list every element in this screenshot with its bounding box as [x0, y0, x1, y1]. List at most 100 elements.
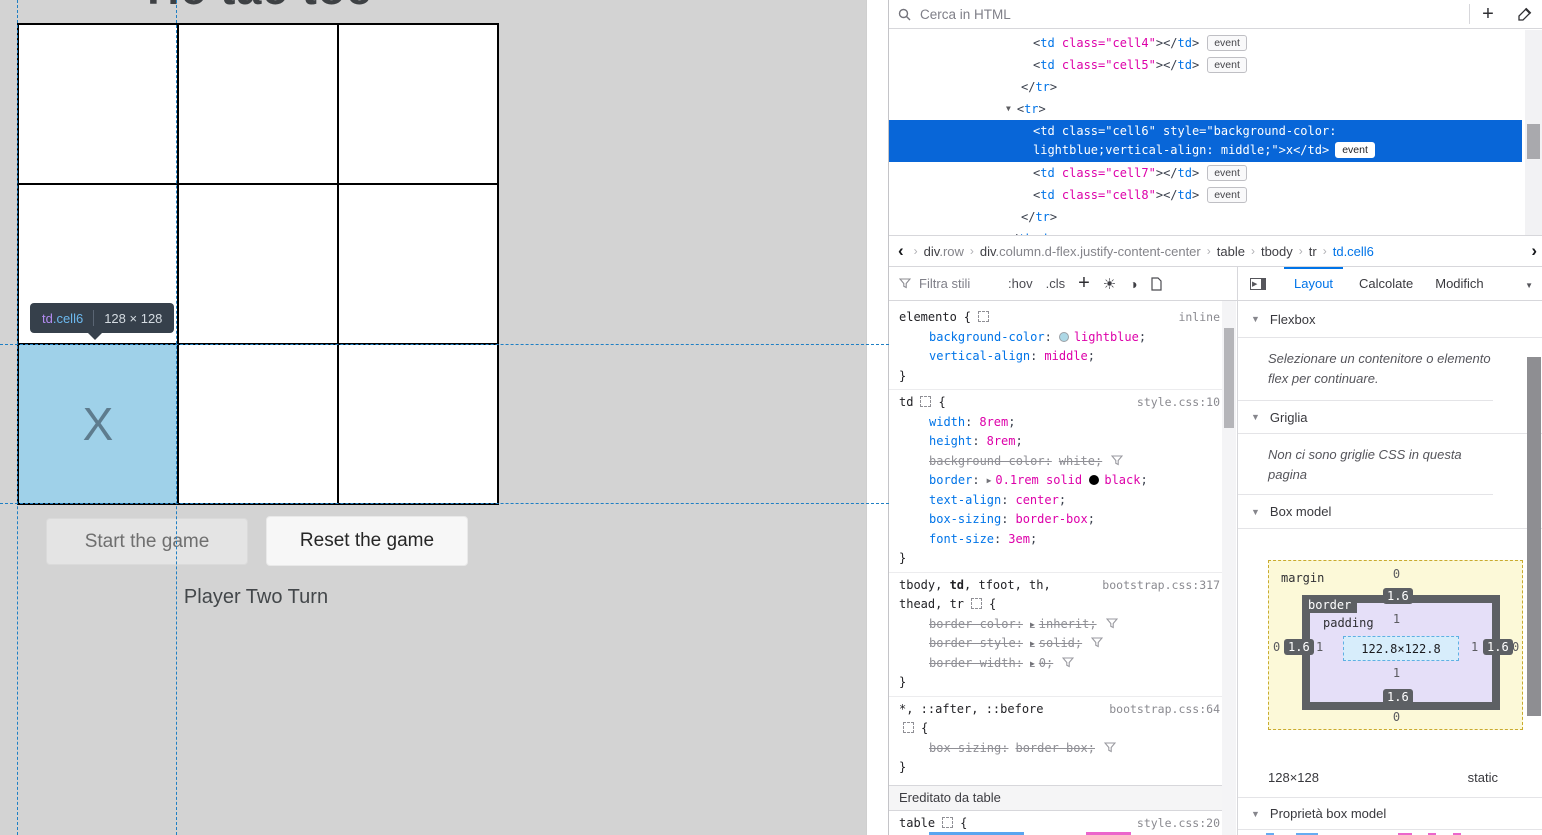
markup-node-tr-close2[interactable]: </tr>	[889, 206, 1525, 228]
border-left-value[interactable]: 1.6	[1284, 639, 1314, 655]
board-cell-6-highlighted[interactable]: X	[18, 344, 178, 504]
markup-node-cell4[interactable]: <td class="cell4"></td>event	[889, 32, 1525, 54]
filter-unused-icon[interactable]	[1091, 637, 1103, 648]
rule-bootstrap-table-elements[interactable]: tbody, td, tfoot, th,bootstrap.css:317 t…	[889, 572, 1224, 696]
rule-universal[interactable]: *, ::after, ::beforebootstrap.css:64 { b…	[889, 696, 1224, 781]
border-bottom-value[interactable]: 1.6	[1383, 689, 1413, 705]
rule-selector[interactable]: table	[899, 816, 935, 830]
search-input[interactable]	[918, 6, 1469, 23]
declaration-overridden[interactable]: border-style:solid;	[889, 634, 1224, 654]
declaration-overridden[interactable]: box-sizing:border-box;	[889, 739, 1224, 759]
filter-styles-input[interactable]	[917, 275, 995, 292]
layout-scrollbar-thumb[interactable]	[1527, 357, 1541, 716]
declaration[interactable]: background-color:lightblue;	[889, 328, 1224, 348]
breadcrumb-item-tbody[interactable]: tbody	[1261, 244, 1293, 259]
rule-source-link[interactable]: style.css:10	[1137, 393, 1220, 413]
rule-selector[interactable]: td	[899, 395, 913, 409]
markup-node-cell8[interactable]: <td class="cell8"></td>event	[889, 184, 1525, 206]
filter-unused-icon[interactable]	[1111, 455, 1123, 466]
declaration[interactable]: font-size:3em;	[889, 530, 1224, 550]
pseudo-class-button[interactable]: :hov	[1008, 276, 1033, 291]
section-header-flexbox[interactable]: Flexbox	[1238, 301, 1542, 338]
board-cell-0[interactable]	[18, 24, 178, 184]
color-swatch-lightblue[interactable]	[1059, 332, 1069, 342]
margin-left-value[interactable]: 0	[1273, 640, 1280, 654]
breadcrumb-item-tr[interactable]: tr	[1309, 244, 1317, 259]
rule-source-link[interactable]: bootstrap.css:64	[1109, 700, 1220, 720]
section-header-box-model-properties[interactable]: Proprietà box model	[1238, 797, 1542, 830]
markup-node-cell7[interactable]: <td class="cell7"></td>event	[889, 162, 1525, 184]
rules-scrollbar-thumb[interactable]	[1224, 328, 1234, 428]
declaration[interactable]: width:8rem;	[889, 413, 1224, 433]
page-scrollbar[interactable]	[866, 0, 889, 835]
tab-computed[interactable]: Calcolate	[1359, 267, 1413, 301]
dark-scheme-icon[interactable]	[1129, 276, 1137, 292]
declaration-overridden[interactable]: background-color:white;	[889, 452, 1224, 472]
board-cell-7[interactable]	[178, 344, 338, 504]
board-cell-1[interactable]	[178, 24, 338, 184]
highlight-target-icon[interactable]	[971, 598, 982, 609]
margin-right-value[interactable]: 0	[1512, 640, 1519, 654]
declaration-overridden[interactable]: border-color:inherit;	[889, 615, 1224, 635]
breadcrumb-item-div-row[interactable]: div.row	[924, 244, 964, 259]
breadcrumb-item-div-column[interactable]: div.column.d-flex.justify-content-center	[980, 244, 1201, 259]
padding-right-value[interactable]: 1	[1471, 640, 1478, 654]
declaration[interactable]: border:0.1rem solid black;	[889, 471, 1224, 491]
event-badge[interactable]: event	[1207, 35, 1247, 51]
tab-layout[interactable]: Layout	[1294, 267, 1333, 301]
markup-node-cell6-selected[interactable]: <td class="cell6" style="background-colo…	[889, 120, 1522, 162]
section-header-grid[interactable]: Griglia	[1238, 401, 1542, 434]
reset-game-button[interactable]: Reset the game	[266, 516, 468, 566]
rule-element-inline[interactable]: elemento{inline background-color:lightbl…	[889, 305, 1224, 389]
filter-unused-icon[interactable]	[1106, 618, 1118, 629]
event-badge[interactable]: event	[1207, 187, 1247, 203]
section-header-box-model[interactable]: Box model	[1238, 495, 1542, 529]
breadcrumb-item-td-cell6-selected[interactable]: td.cell6	[1333, 244, 1374, 259]
declaration[interactable]: text-align:center;	[889, 491, 1224, 511]
layout-scrollbar[interactable]	[1525, 301, 1542, 835]
expand-sidebar-icon[interactable]	[1250, 278, 1266, 290]
add-rule-button[interactable]	[1078, 272, 1090, 295]
rule-source-link[interactable]: style.css:20	[1137, 814, 1220, 834]
rule-td[interactable]: td{style.css:10 width:8rem; height:8rem;…	[889, 389, 1224, 572]
board-cell-4[interactable]	[178, 184, 338, 344]
event-badge[interactable]: event	[1207, 57, 1247, 73]
collapse-twisty-icon[interactable]	[1006, 102, 1017, 116]
box-model-margin-region[interactable]: margin 0 0 0 0 border 1.6 1.6 1.6 1.6 pa…	[1268, 560, 1523, 730]
markup-scrollbar-thumb[interactable]	[1527, 124, 1540, 159]
markup-node-cell5[interactable]: <td class="cell5"></td>event	[889, 54, 1525, 76]
markup-node-tr-close[interactable]: </tr>	[889, 76, 1525, 98]
rule-selector[interactable]: elemento	[899, 310, 957, 324]
filter-unused-icon[interactable]	[1104, 742, 1116, 753]
declaration[interactable]: vertical-align:middle;	[889, 347, 1224, 367]
markup-scrollbar[interactable]	[1525, 30, 1542, 235]
event-badge[interactable]: event	[1207, 165, 1247, 181]
declaration-overridden[interactable]: border-width:0;	[889, 654, 1224, 674]
rule-source-link[interactable]: bootstrap.css:317	[1102, 576, 1220, 596]
padding-left-value[interactable]: 1	[1316, 640, 1323, 654]
breadcrumb-item-table[interactable]: table	[1217, 244, 1245, 259]
start-game-button[interactable]: Start the game	[46, 518, 248, 565]
border-right-value[interactable]: 1.6	[1483, 639, 1513, 655]
markup-node-tbody-close[interactable]: </tbody>	[889, 228, 1525, 235]
highlight-target-icon[interactable]	[942, 817, 953, 828]
color-swatch-black[interactable]	[1089, 475, 1099, 485]
event-badge[interactable]: event	[1335, 142, 1375, 158]
create-node-button[interactable]	[1470, 0, 1506, 28]
board-cell-8[interactable]	[338, 344, 498, 504]
board-cell-5[interactable]	[338, 184, 498, 344]
declaration[interactable]: box-sizing:border-box;	[889, 510, 1224, 530]
margin-bottom-value[interactable]: 0	[1269, 710, 1524, 724]
board-cell-2[interactable]	[338, 24, 498, 184]
margin-top-value[interactable]: 0	[1269, 567, 1524, 581]
padding-top-value[interactable]: 1	[1269, 612, 1524, 626]
declaration[interactable]: height:8rem;	[889, 432, 1224, 452]
class-panel-button[interactable]: .cls	[1046, 276, 1066, 291]
padding-bottom-value[interactable]: 1	[1269, 666, 1524, 680]
breadcrumb-back-icon[interactable]: ‹	[898, 241, 904, 261]
rule-source-link[interactable]: inline	[1178, 308, 1220, 328]
content-box-size[interactable]: 122.8×122.8	[1343, 636, 1459, 661]
border-top-value[interactable]: 1.6	[1383, 588, 1413, 604]
markup-node-tr-open[interactable]: <tr>	[889, 98, 1525, 120]
highlight-target-icon[interactable]	[978, 311, 989, 322]
